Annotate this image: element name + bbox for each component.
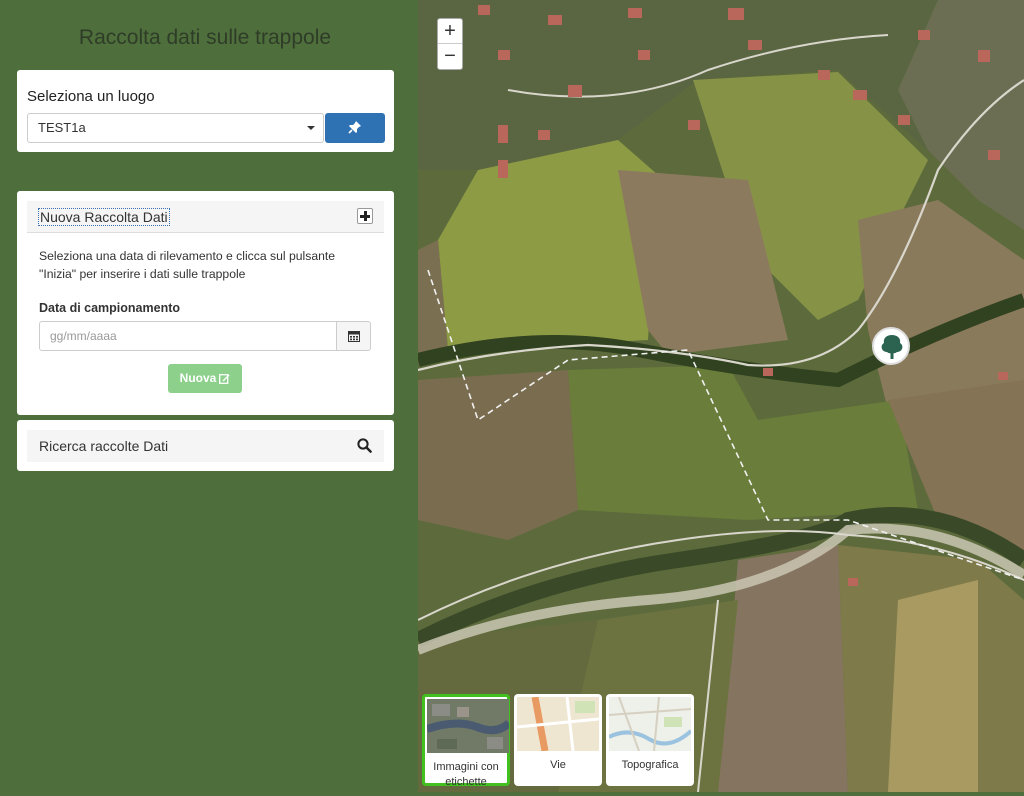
edit-icon [219, 374, 230, 384]
zoom-in-button[interactable]: + [438, 19, 462, 44]
basemap-imagery-thumbnail [425, 699, 512, 753]
basemap-streets[interactable]: Vie [514, 694, 602, 786]
new-collection-button[interactable]: Nuova [168, 364, 242, 393]
calendar-button[interactable] [336, 321, 371, 351]
pin-icon [348, 121, 361, 134]
chevron-down-icon [307, 126, 315, 130]
zoom-control: + − [437, 18, 463, 70]
map-view[interactable]: + − Immagini con etichette Vie Topografi… [418, 0, 1024, 792]
aerial-imagery [418, 0, 1024, 792]
sidebar: Raccolta dati sulle trappole Seleziona u… [0, 0, 418, 796]
new-collection-header[interactable]: Nuova Raccolta Dati [27, 201, 384, 233]
place-selection-card: Seleziona un luogo TEST1a [17, 70, 394, 152]
place-label: Seleziona un luogo [27, 88, 155, 105]
new-collection-card: Nuova Raccolta Dati Seleziona una data d… [17, 191, 394, 415]
new-button-label: Nuova [179, 371, 217, 385]
calendar-icon [348, 331, 360, 342]
basemap-imagery-label: Immagini con etichette [433, 761, 499, 788]
place-select[interactable]: TEST1a [27, 113, 324, 143]
help-text: Seleziona una data di rilevamento e clic… [39, 249, 336, 281]
app-title: Raccolta dati sulle trappole [78, 26, 332, 49]
basemap-topographic-thumbnail [608, 696, 693, 752]
tree-icon [881, 335, 903, 359]
basemap-streets-label: Vie [550, 759, 566, 771]
basemap-streets-thumbnail [516, 696, 600, 752]
locate-place-button[interactable] [325, 113, 385, 143]
search-collections-card: Ricerca raccolte Dati [17, 420, 394, 471]
basemap-topographic[interactable]: Topografica [606, 694, 694, 786]
new-collection-title[interactable]: Nuova Raccolta Dati [38, 208, 170, 226]
date-input[interactable] [39, 321, 337, 351]
map-marker[interactable] [872, 327, 910, 365]
search-collections-header[interactable]: Ricerca raccolte Dati [27, 430, 384, 462]
search-icon[interactable] [357, 438, 372, 453]
basemap-imagery[interactable]: Immagini con etichette [422, 694, 512, 788]
plus-icon[interactable] [357, 208, 373, 224]
search-collections-title[interactable]: Ricerca raccolte Dati [39, 438, 168, 454]
date-label: Data di campionamento [39, 301, 180, 315]
place-select-value: TEST1a [38, 120, 86, 135]
zoom-out-button[interactable]: − [438, 44, 462, 69]
basemap-topographic-label: Topografica [621, 759, 679, 771]
